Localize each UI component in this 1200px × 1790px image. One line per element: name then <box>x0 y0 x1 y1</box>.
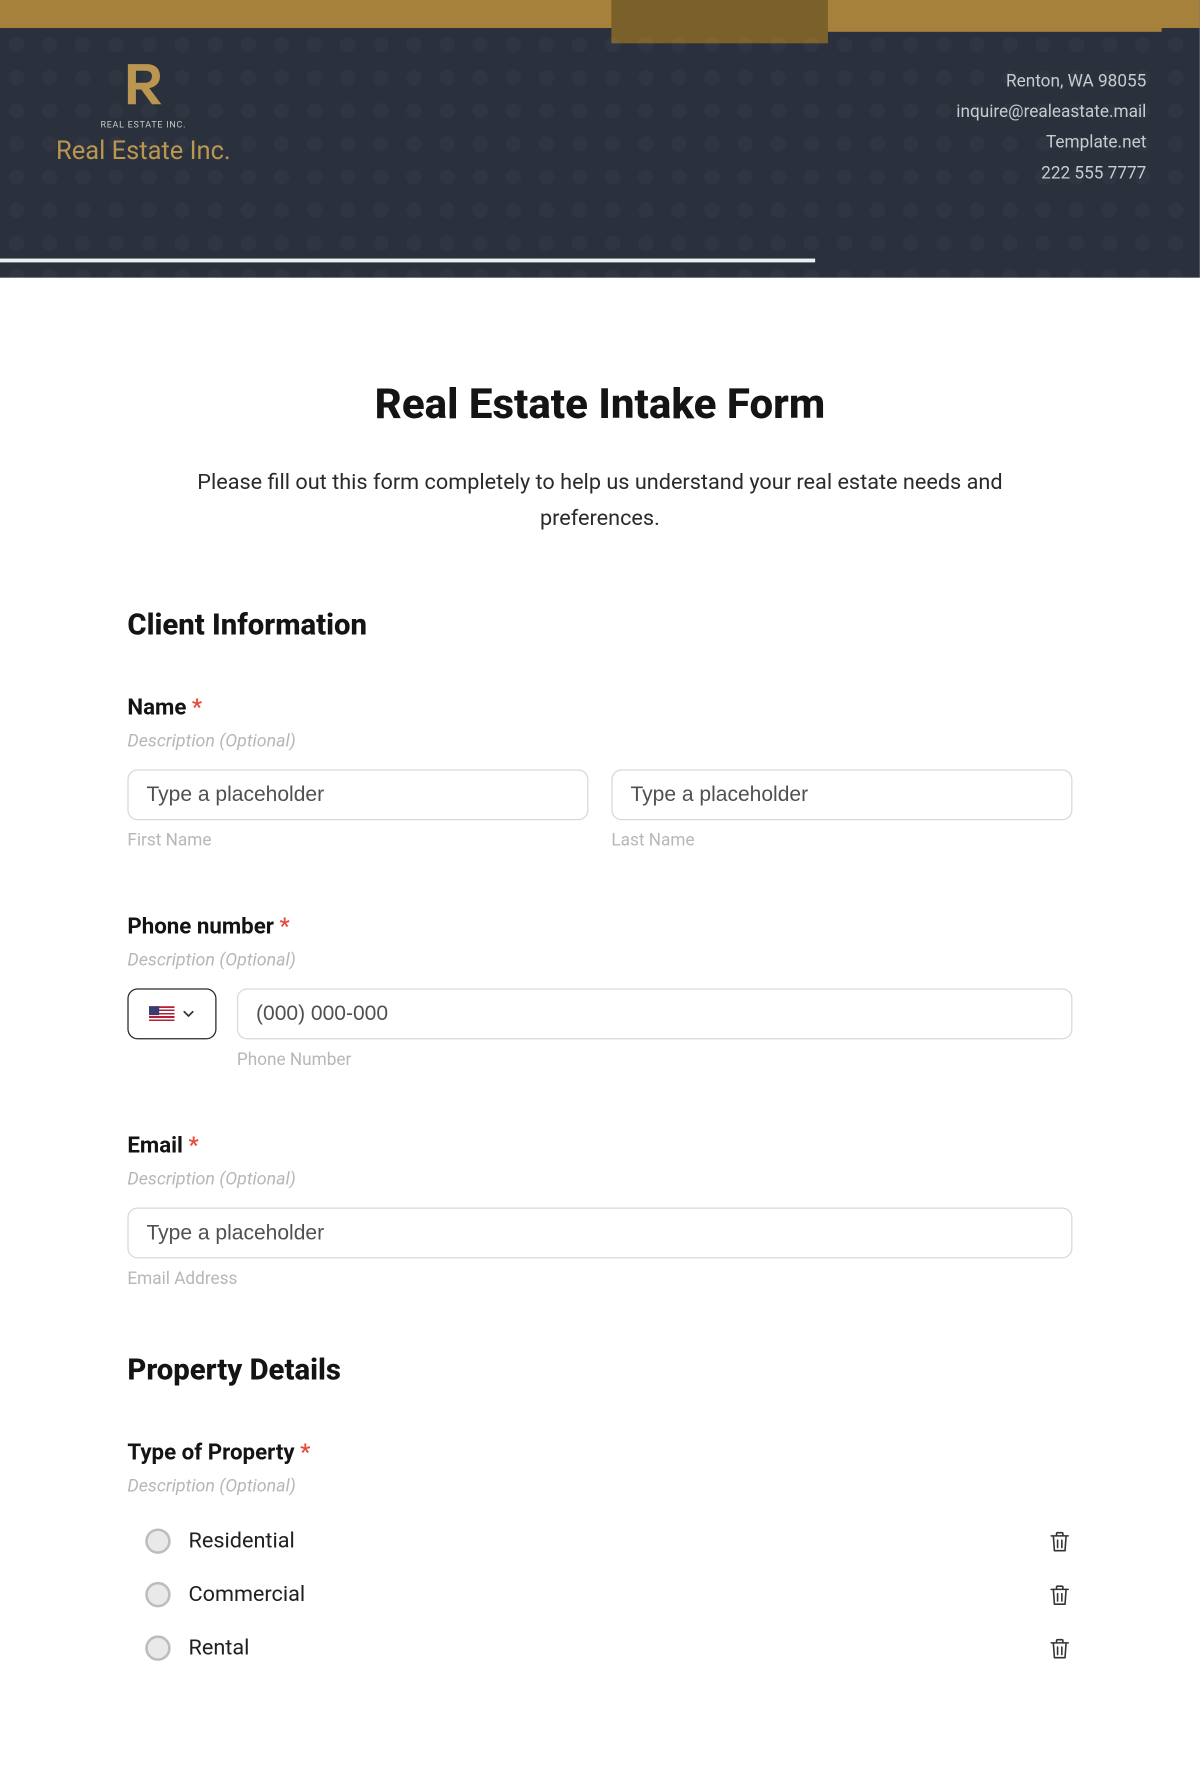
trash-icon[interactable] <box>1047 1581 1072 1609</box>
required-mark: * <box>192 696 202 721</box>
section-client-info: Client Information <box>127 608 1072 642</box>
trash-icon[interactable] <box>1047 1634 1072 1662</box>
phone-label: Phone number <box>127 915 274 940</box>
radio-option-commercial: Commercial <box>127 1568 1072 1621</box>
phone-sublabel: Phone Number <box>237 1050 1073 1070</box>
required-mark: * <box>279 915 289 940</box>
phone-field: Phone number * Description (Optional) Ph… <box>127 915 1072 1070</box>
chevron-down-icon <box>182 1008 195 1021</box>
property-type-field: Type of Property * Description (Optional… <box>127 1441 1072 1675</box>
form-title: Real Estate Intake Form <box>127 380 1072 430</box>
radio-icon[interactable] <box>145 1582 170 1607</box>
name-field: Name * Description (Optional) First Name… <box>127 696 1072 851</box>
form-intro: Please fill out this form completely to … <box>150 465 1049 536</box>
last-name-input[interactable] <box>611 769 1072 820</box>
contact-info: Renton, WA 98055 inquire@realeastate.mai… <box>956 66 1146 188</box>
radio-icon[interactable] <box>145 1636 170 1661</box>
radio-option-residential: Residential <box>127 1515 1072 1568</box>
header-gold-tab <box>611 0 828 43</box>
name-description: Description (Optional) <box>127 731 1072 751</box>
first-name-sublabel: First Name <box>127 831 588 851</box>
logo-subtitle: REAL ESTATE INC. <box>56 120 231 130</box>
contact-email: inquire@realeastate.mail <box>956 97 1146 128</box>
phone-description: Description (Optional) <box>127 950 1072 970</box>
email-input[interactable] <box>127 1208 1072 1259</box>
contact-phone: 222 555 7777 <box>956 158 1146 189</box>
required-mark: * <box>189 1134 199 1159</box>
header-gold-bar <box>0 0 1200 28</box>
name-label: Name <box>127 696 186 721</box>
radio-label: Commercial <box>189 1582 306 1607</box>
property-type-label: Type of Property <box>127 1441 294 1466</box>
logo-icon <box>117 56 170 109</box>
logo-block: REAL ESTATE INC. Real Estate Inc. <box>56 56 231 166</box>
country-code-select[interactable] <box>127 989 216 1040</box>
contact-address: Renton, WA 98055 <box>956 66 1146 97</box>
page-header: REAL ESTATE INC. Real Estate Inc. Renton… <box>0 0 1200 278</box>
radio-icon[interactable] <box>145 1529 170 1554</box>
flag-us-icon <box>149 1006 174 1023</box>
first-name-input[interactable] <box>127 769 588 820</box>
email-description: Description (Optional) <box>127 1169 1072 1189</box>
radio-label: Residential <box>189 1529 295 1554</box>
email-field: Email * Description (Optional) Email Add… <box>127 1134 1072 1289</box>
last-name-sublabel: Last Name <box>611 831 1072 851</box>
company-name: Real Estate Inc. <box>56 135 231 166</box>
radio-label: Rental <box>189 1636 250 1661</box>
trash-icon[interactable] <box>1047 1527 1072 1555</box>
header-gold-line <box>828 28 1162 32</box>
radio-option-rental: Rental <box>127 1622 1072 1675</box>
section-property-details: Property Details <box>127 1353 1072 1387</box>
email-label: Email <box>127 1134 183 1159</box>
header-white-line <box>0 259 815 263</box>
required-mark: * <box>300 1441 310 1466</box>
property-type-description: Description (Optional) <box>127 1476 1072 1496</box>
email-sublabel: Email Address <box>127 1269 1072 1289</box>
contact-site: Template.net <box>956 127 1146 158</box>
phone-number-input[interactable] <box>237 989 1073 1040</box>
